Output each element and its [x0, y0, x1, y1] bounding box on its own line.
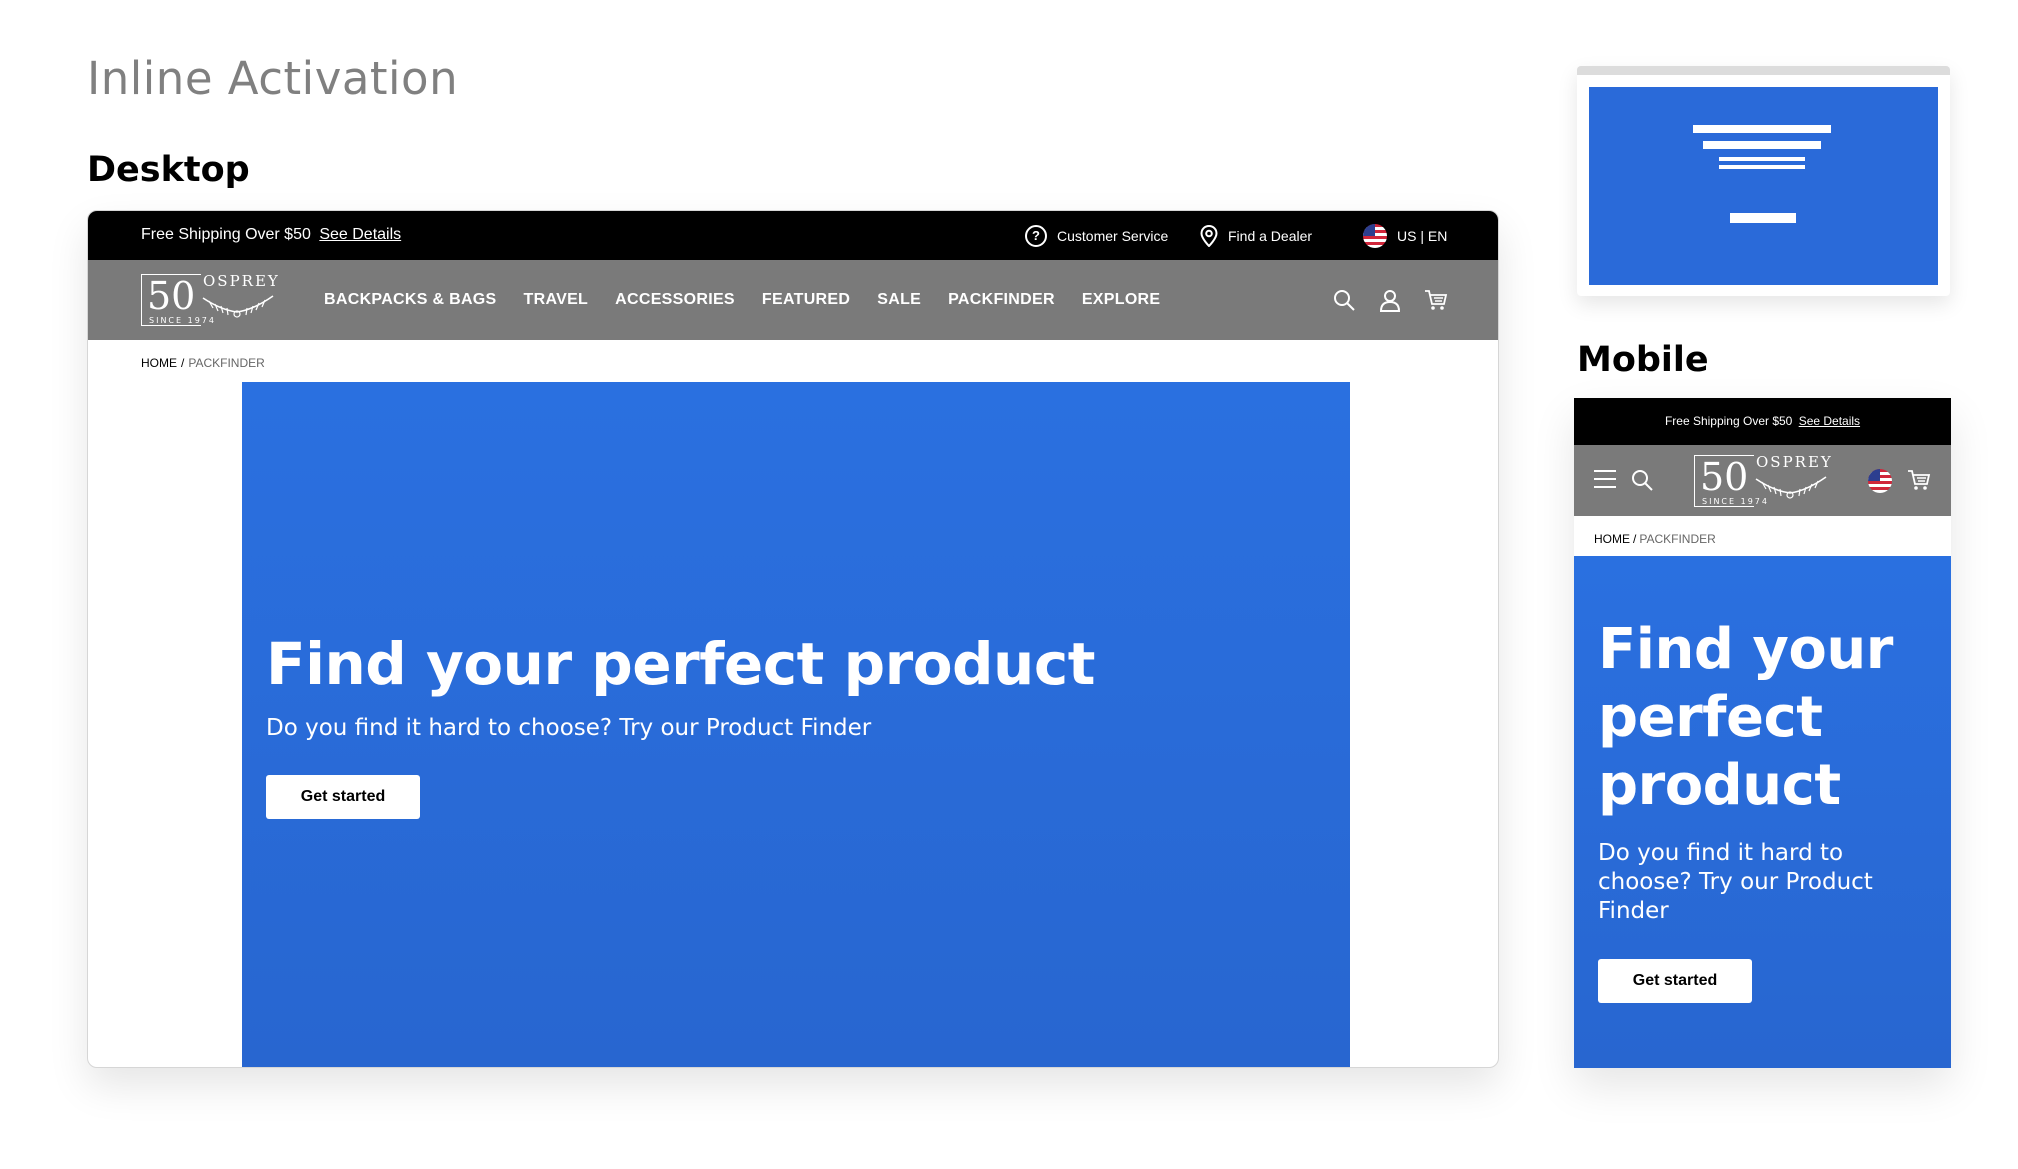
nav-accessories[interactable]: ACCESSORIES	[615, 291, 735, 309]
user-icon[interactable]	[1378, 288, 1402, 312]
mobile-breadcrumb: HOME / PACKFINDER	[1594, 532, 1716, 546]
breadcrumb: HOME / PACKFINDER	[141, 356, 265, 370]
us-flag-icon	[1363, 223, 1387, 248]
find-dealer-link[interactable]: Find a Dealer	[1200, 211, 1312, 260]
locale-selector[interactable]: US | EN	[1363, 211, 1447, 260]
mobile-hero-subtitle: Do you find it hard to choose? Try our P…	[1598, 840, 1873, 924]
desktop-hero-banner: Find your perfect product Do you find it…	[242, 382, 1350, 1067]
mobile-logo-number: 50	[1700, 455, 1749, 499]
desktop-nav-icons	[1332, 288, 1448, 312]
mobile-preview: Free Shipping Over $50 See Details 50 OS…	[1574, 398, 1951, 1068]
wireframe-button	[1730, 213, 1796, 223]
cart-icon[interactable]	[1424, 288, 1448, 312]
mobile-osprey-logo[interactable]: 50 OSPREY SINCE 1974	[1694, 453, 1831, 509]
desktop-nav-menu: BACKPACKS & BAGS TRAVEL ACCESSORIES FEAT…	[324, 260, 1160, 340]
mobile-main-nav: 50 OSPREY SINCE 1974	[1574, 445, 1951, 516]
logo-number: 50	[147, 274, 196, 318]
wireframe-thumbnail	[1577, 66, 1950, 296]
get-started-button[interactable]: Get started	[266, 775, 420, 819]
mobile-section-label: Mobile	[1577, 340, 1709, 380]
nav-sale[interactable]: SALE	[877, 291, 921, 309]
mobile-see-details-link[interactable]: See Details	[1799, 414, 1860, 428]
customer-service-link[interactable]: ? Customer Service	[1025, 211, 1168, 260]
wireframe-title-line	[1693, 125, 1831, 133]
desktop-section-label: Desktop	[87, 150, 250, 190]
breadcrumb-current: PACKFINDER	[188, 356, 265, 370]
help-circle-icon: ?	[1025, 224, 1047, 247]
desktop-top-bar: Free Shipping Over $50 See Details ? Cus…	[88, 211, 1498, 260]
shipping-banner: Free Shipping Over $50 See Details	[141, 226, 401, 244]
page-title: Inline Activation	[87, 52, 459, 105]
mobile-cart-icon[interactable]	[1907, 468, 1931, 492]
wireframe-subtitle-line	[1719, 157, 1805, 161]
mobile-top-bar: Free Shipping Over $50 See Details	[1574, 398, 1951, 445]
mobile-us-flag-icon[interactable]	[1868, 469, 1892, 493]
see-details-link[interactable]: See Details	[319, 226, 401, 243]
locale-label: US | EN	[1397, 227, 1448, 244]
mobile-breadcrumb-home[interactable]: HOME	[1594, 532, 1630, 546]
nav-backpacks-bags[interactable]: BACKPACKS & BAGS	[324, 291, 497, 309]
nav-packfinder[interactable]: PACKFINDER	[948, 291, 1055, 309]
breadcrumb-home[interactable]: HOME	[141, 356, 177, 370]
mobile-breadcrumb-current: PACKFINDER	[1639, 532, 1716, 546]
find-dealer-label: Find a Dealer	[1228, 227, 1313, 244]
map-pin-icon	[1200, 224, 1218, 247]
hero-subtitle: Do you find it hard to choose? Try our P…	[266, 715, 872, 741]
mobile-shipping-text: Free Shipping Over $50	[1664, 414, 1793, 428]
nav-featured[interactable]: FEATURED	[762, 291, 850, 309]
desktop-preview: Free Shipping Over $50 See Details ? Cus…	[87, 210, 1499, 1068]
shipping-text: Free Shipping Over $50	[141, 226, 311, 243]
hero-title: Find your perfect product	[266, 630, 1095, 698]
customer-service-label: Customer Service	[1057, 227, 1169, 244]
nav-travel[interactable]: TRAVEL	[524, 291, 589, 309]
desktop-main-nav: 50 OSPREY SINCE 1974 BACKPACKS & BAGS TR…	[88, 260, 1498, 340]
mobile-hero-title: Find your perfect product	[1598, 617, 1893, 818]
search-icon[interactable]	[1332, 288, 1356, 312]
wireframe-hero-block	[1589, 87, 1938, 285]
mobile-hero-banner: Find your perfect product Do you find it…	[1574, 556, 1951, 1068]
osprey-logo[interactable]: 50 OSPREY SINCE 1974	[141, 272, 278, 328]
wireframe-title-line-2	[1703, 141, 1821, 149]
mobile-osprey-wing-icon	[1755, 476, 1827, 499]
wireframe-subtitle-line-2	[1719, 165, 1805, 169]
mobile-search-icon[interactable]	[1630, 468, 1654, 492]
hamburger-menu-icon[interactable]	[1594, 470, 1616, 488]
nav-explore[interactable]: EXPLORE	[1082, 291, 1161, 309]
mobile-breadcrumb-separator: /	[1633, 532, 1637, 546]
mobile-get-started-button[interactable]: Get started	[1598, 959, 1752, 1003]
osprey-wing-icon	[202, 295, 274, 318]
breadcrumb-separator: /	[181, 356, 185, 370]
